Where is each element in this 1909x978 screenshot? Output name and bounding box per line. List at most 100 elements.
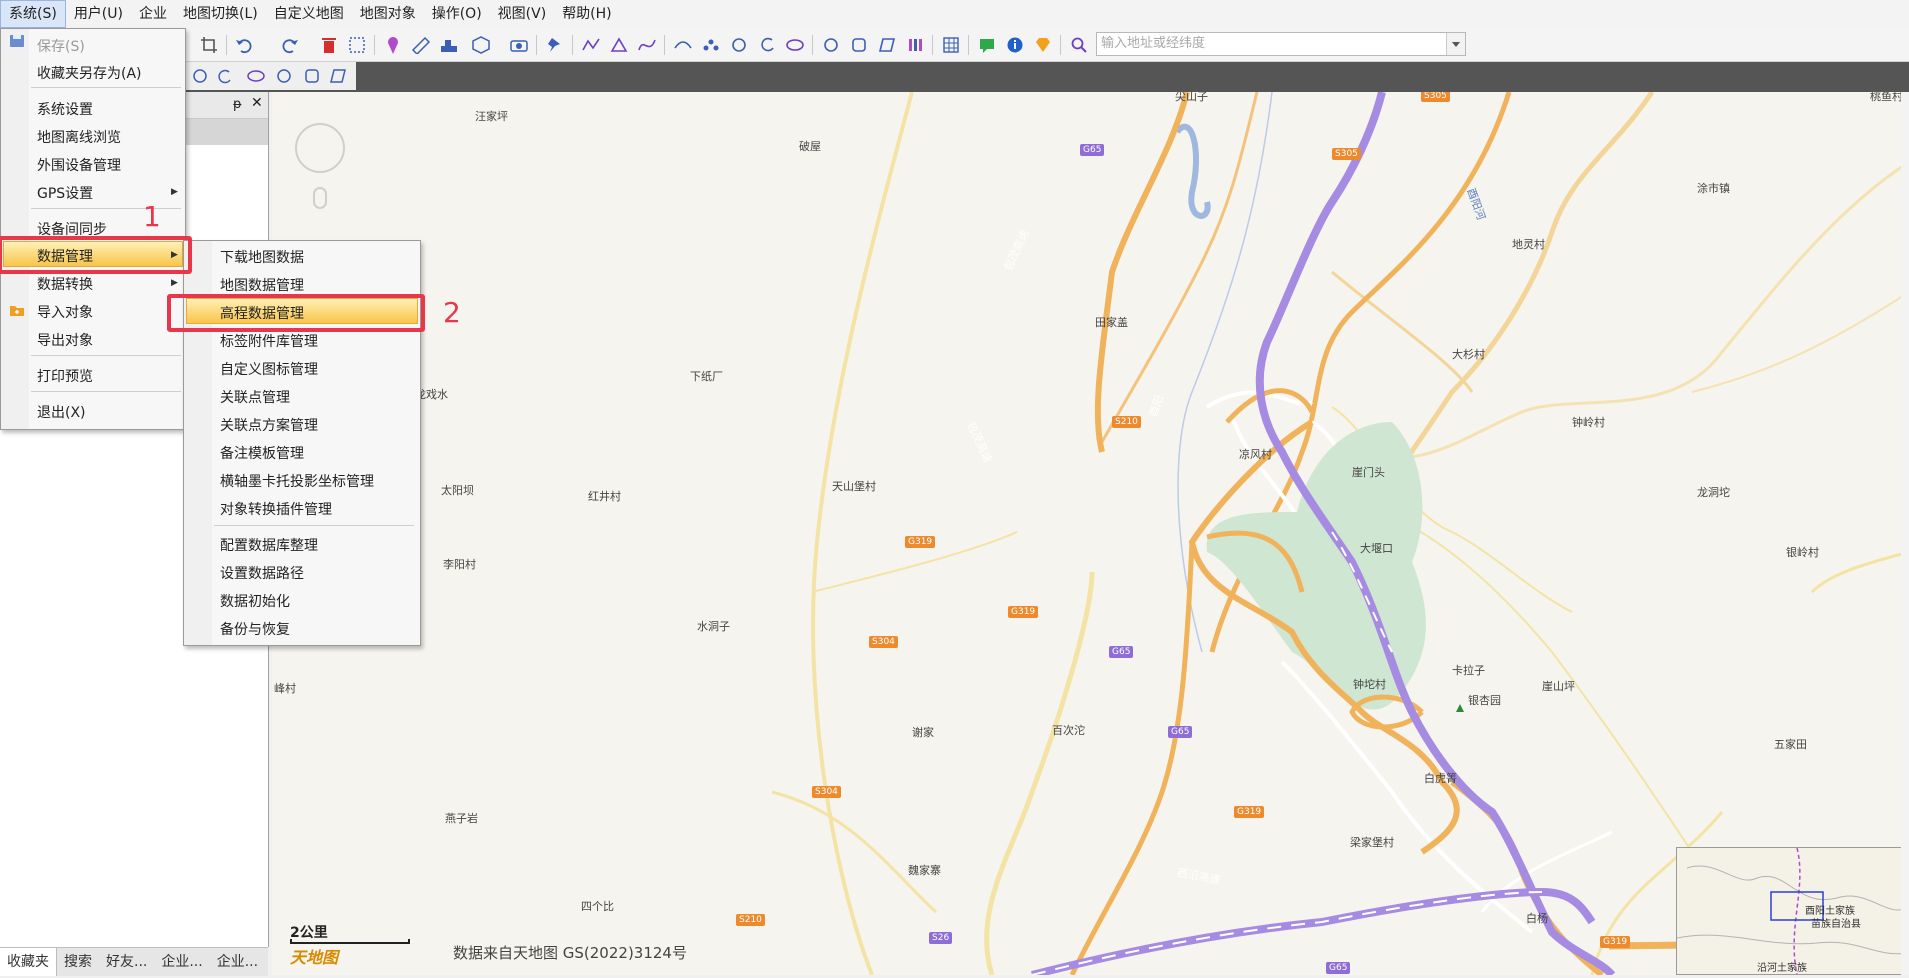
- menu-help[interactable]: 帮助(H): [554, 0, 619, 28]
- menu-item-backup-restore[interactable]: 备份与恢复: [220, 619, 290, 639]
- menu-item-conversion-plugin[interactable]: 对象转换插件管理: [220, 499, 332, 519]
- map-label: 涂市镇: [1697, 182, 1730, 195]
- annotation-box-step1: [0, 236, 192, 274]
- overview-minimap[interactable]: 酉阳土家族 苗族自治县 沿河土家族: [1676, 847, 1909, 975]
- curve-icon[interactable]: [636, 34, 658, 56]
- menu-item-gps[interactable]: GPS设置: [37, 183, 93, 203]
- menu-item-system-settings[interactable]: 系统设置: [37, 99, 93, 119]
- road-shield: G65: [1326, 962, 1351, 974]
- menu-custom-map[interactable]: 自定义地图: [266, 0, 352, 28]
- arc-icon[interactable]: [672, 34, 694, 56]
- menu-user[interactable]: 用户(U): [66, 0, 131, 28]
- menu-item-link-point[interactable]: 关联点管理: [220, 387, 290, 407]
- road-shield: G319: [1234, 806, 1265, 818]
- map-label: 李阳村: [443, 558, 476, 571]
- map-label: 红井村: [588, 490, 621, 503]
- tab-friends[interactable]: 好友...: [99, 948, 154, 976]
- menu-item-data-path[interactable]: 设置数据路径: [220, 563, 304, 583]
- menu-item-db-cleanup[interactable]: 配置数据库整理: [220, 535, 318, 555]
- menu-item-print-preview[interactable]: 打印预览: [37, 366, 93, 386]
- map-label: 汪家坪: [475, 110, 508, 123]
- pin-icon[interactable]: ᵽ: [233, 97, 242, 112]
- crop-icon[interactable]: [198, 34, 220, 56]
- tab-favorites[interactable]: 收藏夹: [0, 948, 57, 976]
- menu-gutter: [1, 29, 29, 429]
- columns-icon[interactable]: [904, 34, 926, 56]
- menu-item-export[interactable]: 导出对象: [37, 330, 93, 350]
- tab-enterprise-1[interactable]: 企业...: [154, 948, 209, 976]
- map-label: 钟坨村: [1353, 678, 1386, 691]
- select-all-icon[interactable]: [346, 34, 368, 56]
- menu-item-data-convert[interactable]: 数据转换: [37, 274, 93, 294]
- menu-item-save-favorites-as[interactable]: 收藏夹另存为(A): [37, 63, 142, 83]
- circle-icon[interactable]: [728, 34, 750, 56]
- menu-item-link-plan[interactable]: 关联点方案管理: [220, 415, 318, 435]
- tianditu-logo: 天地图: [290, 948, 339, 967]
- map-label: 大杉村: [1452, 348, 1485, 361]
- menu-item-save[interactable]: 保存(S): [37, 36, 85, 56]
- chevron-down-icon[interactable]: [1446, 33, 1465, 55]
- menu-item-custom-icon[interactable]: 自定义图标管理: [220, 359, 318, 379]
- address-search-input[interactable]: 输入地址或经纬度: [1096, 32, 1466, 56]
- undo-icon[interactable]: [234, 34, 256, 56]
- menu-system[interactable]: 系统(S): [0, 0, 66, 28]
- polyline-icon[interactable]: [580, 34, 602, 56]
- map-canvas[interactable]: 汪家坪 破屋 尖山子 桃鱼村 涂市镇 地灵村 田家盖 大杉村 下纸厂 龙戏水 钟…: [272, 92, 1909, 975]
- menu-map-object[interactable]: 地图对象: [352, 0, 424, 28]
- map-scrollbar[interactable]: [1901, 92, 1909, 975]
- menu-item-note-template[interactable]: 备注模板管理: [220, 443, 304, 463]
- arc-circle-icon[interactable]: [756, 34, 778, 56]
- annotation-step1-number: 1: [143, 200, 161, 233]
- menu-separator: [31, 355, 181, 356]
- grid-icon[interactable]: [940, 34, 962, 56]
- submenu-arrow-icon: ▶: [171, 278, 178, 288]
- menu-view[interactable]: 视图(V): [490, 0, 555, 28]
- delete-icon[interactable]: [318, 34, 340, 56]
- menu-item-tag-attachment[interactable]: 标签附件库管理: [220, 331, 318, 351]
- menu-item-map-data-manage[interactable]: 地图数据管理: [220, 275, 304, 295]
- triangle-icon[interactable]: [608, 34, 630, 56]
- info-icon[interactable]: [1004, 34, 1026, 56]
- road-shield: S304: [812, 786, 841, 798]
- map-label: 卡拉子: [1452, 664, 1485, 677]
- ellipse-icon[interactable]: [784, 34, 806, 56]
- map-label: 破屋: [799, 140, 821, 153]
- menu-enterprise[interactable]: 企业: [131, 0, 175, 28]
- ruler-icon[interactable]: [410, 34, 432, 56]
- points-icon[interactable]: [700, 34, 722, 56]
- shape-tools-icons[interactable]: [184, 62, 356, 90]
- camera-icon[interactable]: [508, 34, 530, 56]
- placemark-icon[interactable]: [382, 34, 404, 56]
- road-shield: S305: [1421, 92, 1450, 102]
- shape-toolbar: [0, 62, 1909, 92]
- cube-icon[interactable]: [470, 34, 492, 56]
- map-label: 地灵村: [1512, 238, 1545, 251]
- chat-icon[interactable]: [976, 34, 998, 56]
- menu-item-offline-browse[interactable]: 地图离线浏览: [37, 127, 121, 147]
- menu-map-switch[interactable]: 地图切换(L): [175, 0, 266, 28]
- search-icon[interactable]: [1068, 34, 1090, 56]
- menu-item-peripheral[interactable]: 外围设备管理: [37, 155, 121, 175]
- map-label: 尖山子: [1175, 92, 1208, 103]
- menu-item-exit[interactable]: 退出(X): [37, 402, 86, 422]
- circle-outline-icon[interactable]: [820, 34, 842, 56]
- menu-item-data-init[interactable]: 数据初始化: [220, 591, 290, 611]
- area-measure-icon[interactable]: [438, 34, 460, 56]
- tab-search[interactable]: 搜索: [57, 948, 99, 976]
- menu-item-import[interactable]: 导入对象: [37, 302, 93, 322]
- redo-icon[interactable]: [278, 34, 300, 56]
- road-shield: G319: [905, 536, 936, 548]
- parallelogram-icon[interactable]: [876, 34, 898, 56]
- road-shield: S210: [736, 914, 765, 926]
- map-label: 凉风村: [1239, 448, 1272, 461]
- pushpin-icon[interactable]: [544, 34, 566, 56]
- tab-enterprise-2[interactable]: 企业...: [210, 948, 265, 976]
- map-credit: 数据来自天地图 GS(2022)3124号: [453, 944, 687, 962]
- gem-icon[interactable]: [1032, 34, 1054, 56]
- menu-item-download-map-data[interactable]: 下载地图数据: [220, 247, 304, 267]
- menu-item-utm-coordinates[interactable]: 横轴墨卡托投影坐标管理: [220, 471, 374, 491]
- close-icon[interactable]: ✕: [251, 95, 263, 111]
- rounded-rect-icon[interactable]: [848, 34, 870, 56]
- main-toolbar: [0, 28, 1909, 62]
- menu-operation[interactable]: 操作(O): [424, 0, 490, 28]
